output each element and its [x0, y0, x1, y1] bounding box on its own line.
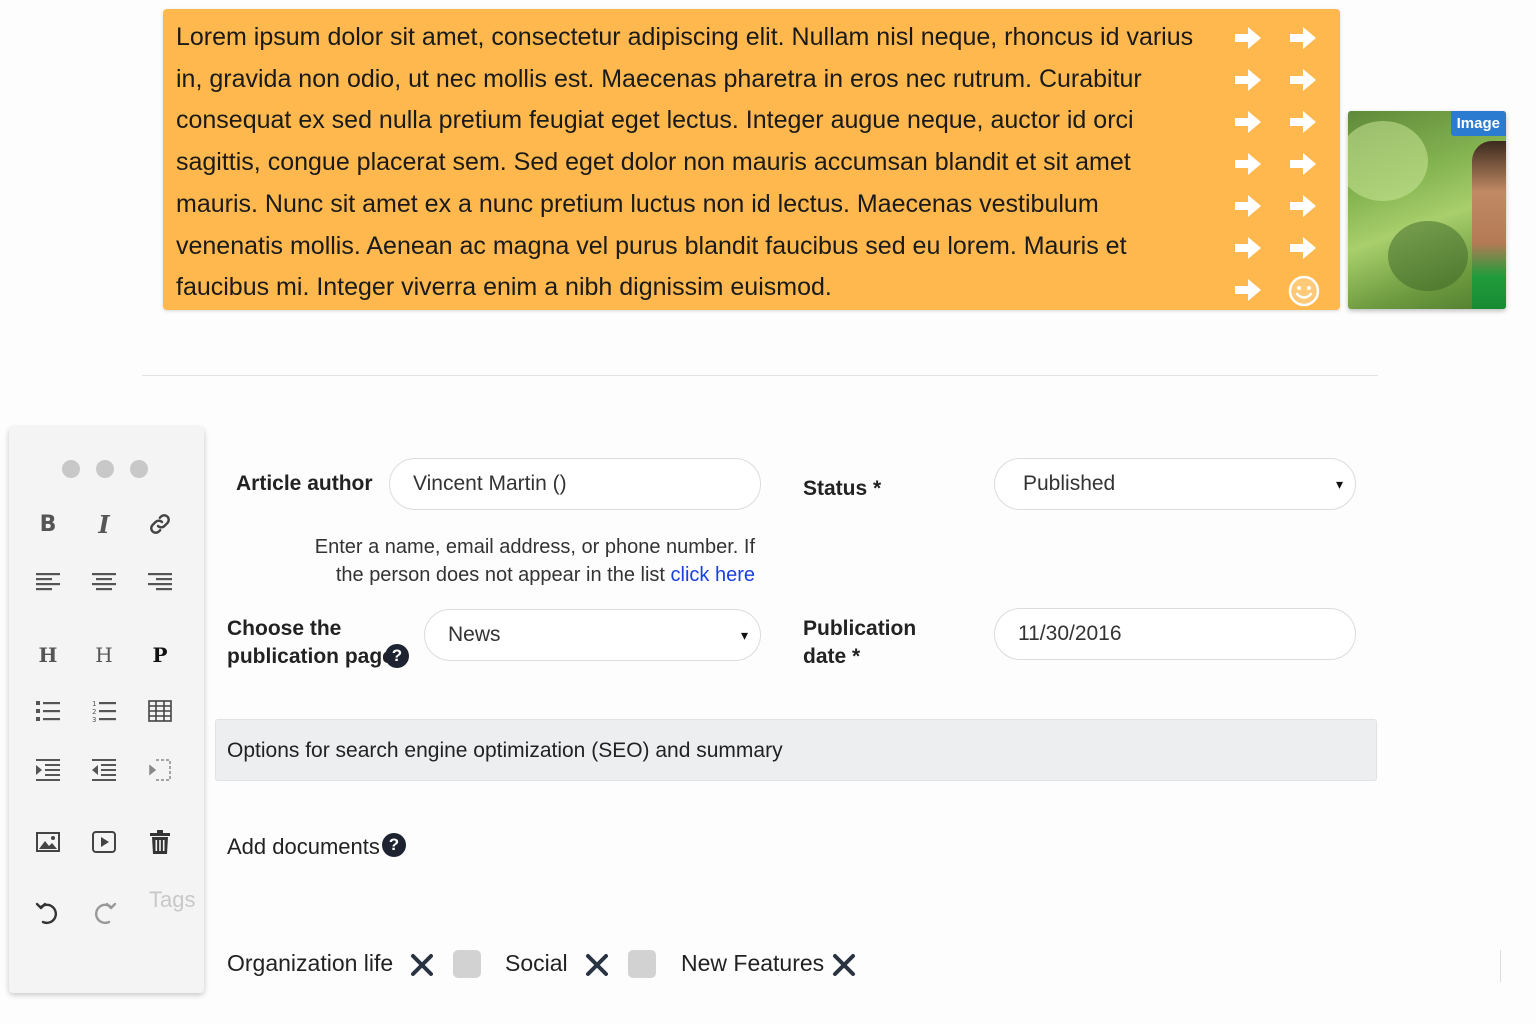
arrow-right-icon[interactable] [1288, 233, 1318, 263]
arrow-right-icon[interactable] [1288, 107, 1318, 137]
page-label-line1: Choose the [227, 617, 342, 640]
redo-icon[interactable] [86, 895, 122, 931]
bold-icon[interactable]: B [30, 506, 66, 542]
outdent-icon[interactable] [86, 752, 122, 788]
image-bokeh [1388, 221, 1468, 291]
svg-text:1: 1 [92, 700, 96, 708]
heading2-icon[interactable]: H [86, 637, 122, 673]
divider [1500, 950, 1501, 982]
help-icon[interactable]: ? [382, 833, 406, 857]
tag-remove-icon[interactable] [410, 953, 434, 977]
page-select[interactable]: News ▾ [424, 609, 761, 661]
arrow-right-icon[interactable] [1288, 191, 1318, 221]
tag-label: New Features [681, 950, 825, 976]
author-label: Article author [236, 472, 373, 495]
link-icon[interactable] [142, 506, 178, 542]
arrow-right-icon[interactable] [1288, 23, 1318, 53]
paragraph-icon[interactable]: P [142, 637, 178, 673]
tag-remove-icon[interactable] [585, 953, 609, 977]
arrow-right-icon[interactable] [1233, 149, 1263, 179]
date-label-line2: date * [803, 645, 861, 668]
paragraph-label: P [152, 643, 168, 667]
tags-placeholder: Tags [149, 887, 196, 912]
trash-icon[interactable] [142, 824, 178, 860]
add-documents-label[interactable]: Add documents [227, 834, 380, 860]
image-bokeh [1348, 121, 1428, 201]
chevron-down-icon: ▾ [740, 627, 748, 643]
page-label-line2: publication page [227, 645, 394, 668]
indent-icon[interactable] [30, 752, 66, 788]
align-left-icon[interactable] [30, 564, 66, 600]
handle-dot [130, 460, 148, 478]
undo-icon[interactable] [30, 895, 66, 931]
tag-checkbox[interactable] [453, 950, 481, 978]
handle-dot [62, 460, 80, 478]
tag-label: Organization life [227, 950, 394, 976]
arrow-right-icon[interactable] [1288, 65, 1318, 95]
arrow-right-icon[interactable] [1233, 191, 1263, 221]
date-label-line1: Publication [803, 617, 917, 640]
heading1-icon[interactable]: H [30, 637, 66, 673]
status-select[interactable]: Published ▾ [994, 458, 1356, 510]
arrow-right-icon[interactable] [1233, 107, 1263, 137]
content-text[interactable]: Lorem ipsum dolor sit amet, consectetur … [176, 17, 1211, 309]
table-icon[interactable] [142, 693, 178, 729]
numbered-list-icon[interactable]: 123 [86, 693, 122, 729]
author-help-text: Enter a name, email address, or phone nu… [290, 533, 755, 589]
status-value: Published [1023, 472, 1116, 495]
arrow-right-icon[interactable] [1288, 149, 1318, 179]
arrow-right-icon[interactable] [1233, 233, 1263, 263]
image-icon[interactable] [30, 824, 66, 860]
page-break-icon[interactable] [142, 752, 178, 788]
video-icon[interactable] [86, 824, 122, 860]
svg-text:2: 2 [92, 708, 96, 716]
help-icon[interactable]: ? [385, 644, 409, 668]
tag-remove-icon[interactable] [832, 953, 856, 977]
handle-dot [96, 460, 114, 478]
bullet-list-icon[interactable] [30, 693, 66, 729]
align-right-icon[interactable] [142, 564, 178, 600]
tag-checkbox[interactable] [628, 950, 656, 978]
seo-options-toggle[interactable]: Options for search engine optimization (… [215, 719, 1377, 781]
arrow-column-right [1288, 23, 1324, 307]
arrow-column-left [1233, 23, 1269, 317]
date-input[interactable]: 11/30/2016 [994, 608, 1356, 660]
heading1-label: H [38, 643, 58, 667]
arrow-right-icon[interactable] [1233, 65, 1263, 95]
divider [142, 375, 1378, 376]
status-label: Status * [803, 477, 882, 500]
author-input[interactable]: Vincent Martin () [389, 458, 761, 510]
align-center-icon[interactable] [86, 564, 122, 600]
image-thumbnail[interactable]: Image [1348, 111, 1506, 309]
image-person [1472, 141, 1506, 309]
page-value: News [448, 623, 501, 646]
image-badge: Image [1450, 111, 1506, 136]
arrow-right-icon[interactable] [1233, 23, 1263, 53]
smiley-icon[interactable] [1288, 275, 1320, 307]
italic-icon[interactable]: I [86, 506, 122, 542]
svg-text:3: 3 [92, 716, 96, 723]
heading2-label: H [95, 643, 113, 667]
arrow-right-icon[interactable] [1233, 275, 1263, 305]
chevron-down-icon: ▾ [1335, 476, 1343, 492]
click-here-link[interactable]: click here [671, 564, 755, 586]
editor-toolbar: B I H H P 123 Tags [9, 427, 204, 993]
content-block[interactable]: Lorem ipsum dolor sit amet, consectetur … [163, 9, 1340, 310]
tag-label: Social [505, 950, 568, 976]
